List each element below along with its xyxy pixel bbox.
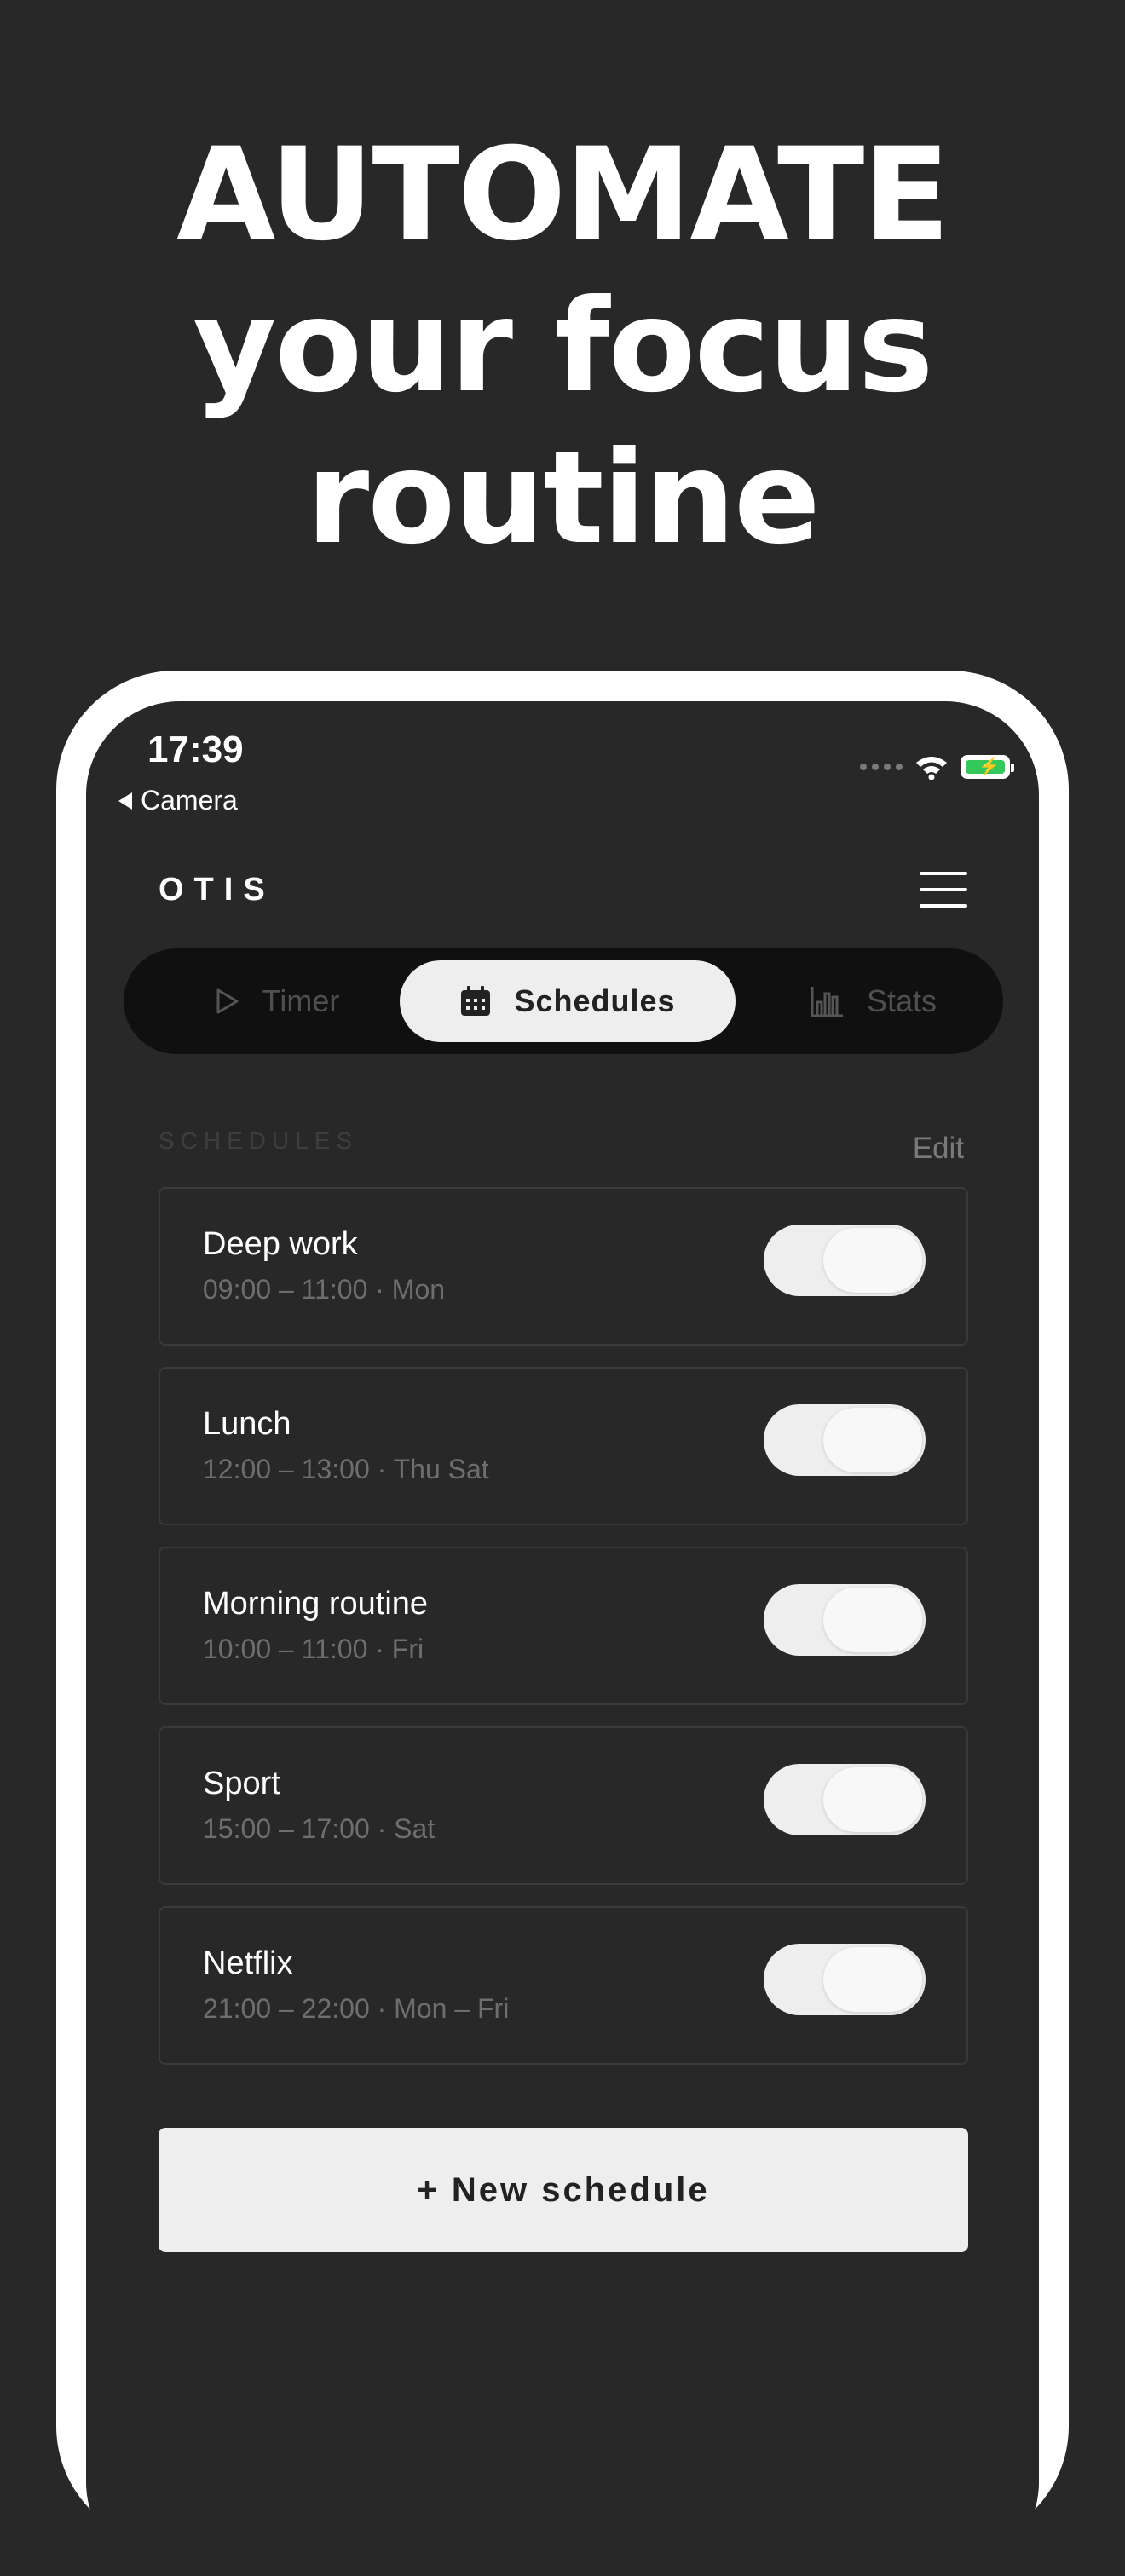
schedule-card[interactable]: Morning routine 10:00 – 11:00 · Fri [159, 1547, 968, 1705]
new-schedule-button[interactable]: + New schedule [159, 2128, 968, 2252]
status-time: 17:39 [147, 729, 244, 770]
schedule-toggle[interactable] [764, 1225, 926, 1296]
headline-line-1: AUTOMATE [176, 121, 950, 269]
hamburger-menu-icon[interactable] [920, 872, 967, 908]
wifi-icon [916, 757, 947, 780]
schedule-name: Sport [203, 1766, 280, 1801]
mode-tabs: Timer Schedules Stats [124, 948, 1003, 1054]
schedule-details: 09:00 – 11:00 · Mon [203, 1274, 446, 1305]
schedule-card[interactable]: Deep work 09:00 – 11:00 · Mon [159, 1187, 968, 1346]
schedule-name: Morning routine [203, 1586, 429, 1622]
schedule-details: 21:00 – 22:00 · Mon – Fri [203, 1993, 510, 2024]
schedule-details: 12:00 – 13:00 · Thu Sat [203, 1454, 489, 1484]
play-icon [216, 988, 239, 1014]
schedule-name: Lunch [203, 1406, 291, 1442]
schedule-name: Deep work [203, 1226, 358, 1262]
back-arrow-icon [118, 792, 132, 810]
tab-schedules-label: Schedules [514, 983, 676, 1018]
schedule-card[interactable]: Lunch 12:00 – 13:00 · Thu Sat [159, 1367, 968, 1525]
tab-stats[interactable]: Stats [754, 960, 993, 1042]
schedule-details: 15:00 – 17:00 · Sat [203, 1813, 436, 1844]
schedule-card[interactable]: Sport 15:00 – 17:00 · Sat [159, 1726, 968, 1885]
tab-stats-label: Stats [866, 983, 938, 1018]
status-indicators: ⚡ [860, 754, 1014, 780]
signal-dots-icon [860, 764, 903, 770]
schedule-name: Netflix [203, 1945, 293, 1981]
bar-chart-icon [811, 987, 843, 1017]
phone-screen: 17:39 Camera ⚡ OTIS Timer Schedules Stat… [86, 701, 1039, 2576]
schedule-toggle[interactable] [764, 1404, 926, 1476]
schedule-toggle[interactable] [764, 1944, 926, 2015]
schedule-toggle[interactable] [764, 1764, 926, 1835]
back-to-camera-link[interactable]: Camera [118, 785, 238, 816]
tab-schedules[interactable]: Schedules [400, 960, 736, 1042]
headline: AUTOMATE your focus routine [0, 119, 1125, 574]
tab-timer-label: Timer [262, 983, 340, 1018]
schedule-details: 10:00 – 11:00 · Fri [203, 1634, 424, 1664]
headline-line-2: your focus [193, 273, 933, 421]
schedule-card[interactable]: Netflix 21:00 – 22:00 · Mon – Fri [159, 1906, 968, 2065]
schedule-toggle[interactable] [764, 1584, 926, 1656]
calendar-icon [461, 986, 491, 1016]
app-logo: OTIS [159, 872, 275, 908]
headline-line-3: routine [306, 424, 820, 573]
edit-button[interactable]: Edit [913, 1132, 964, 1166]
section-title: SCHEDULES [159, 1127, 359, 1154]
back-label: Camera [141, 785, 238, 815]
battery-icon: ⚡ [961, 755, 1014, 779]
tab-timer[interactable]: Timer [149, 960, 405, 1042]
